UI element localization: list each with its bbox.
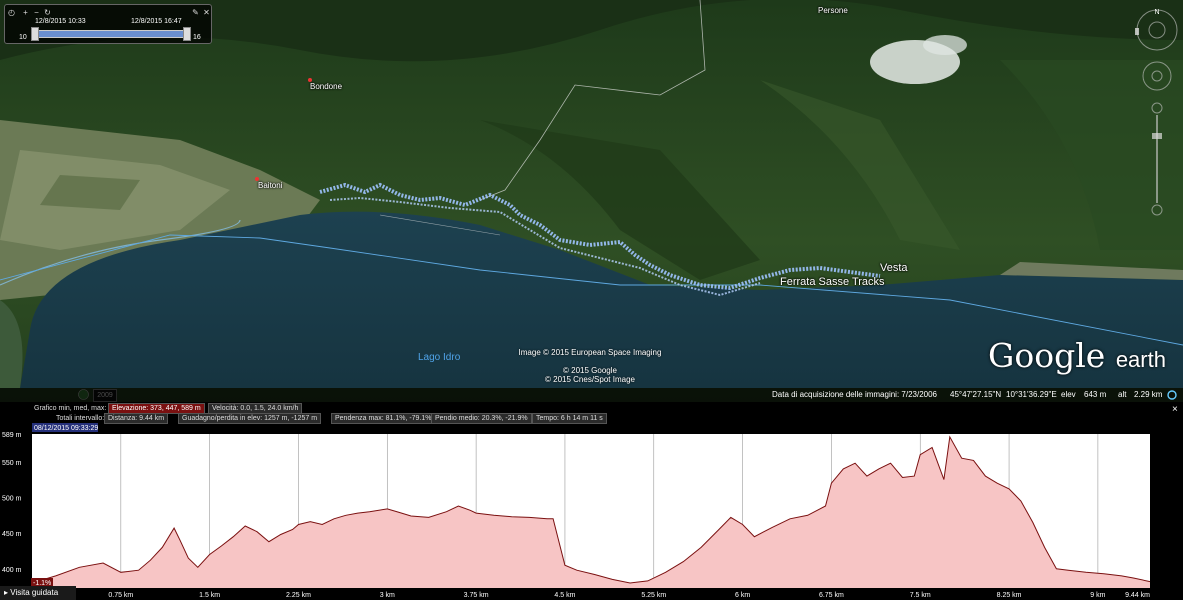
latitude-readout: 45°47'27.15"N: [950, 390, 1002, 399]
zoom-plus-icon: [1151, 102, 1163, 114]
x-tick-label: 5.25 km: [641, 592, 666, 599]
svg-text:N: N: [1154, 9, 1159, 16]
move-joystick-icon: [1142, 61, 1172, 91]
x-tick-label: 3.75 km: [464, 592, 489, 599]
x-tick-label: 0.75 km: [108, 592, 133, 599]
google-credit: © 2015 Google: [563, 366, 617, 375]
time-min-label: 10: [19, 34, 27, 41]
place-label-baitoni: Baitoni: [258, 181, 283, 190]
x-tick-label: 9 km: [1090, 592, 1105, 599]
status-bar: Data di acquisizione delle immagini: 7/2…: [0, 388, 1183, 402]
streaming-status-icon: [1167, 390, 1177, 400]
acquisition-date: Data di acquisizione delle immagini: 7/2…: [772, 390, 937, 399]
time-slider-end-handle[interactable]: [183, 27, 191, 41]
place-label-vesta: Vesta: [880, 262, 908, 274]
time-slider-start-handle[interactable]: [31, 27, 39, 41]
map-view[interactable]: Persone Bondone Baitoni Vesta Ferrata Sa…: [0, 0, 1183, 402]
guided-tour-button[interactable]: ▸ Visita guidata: [0, 586, 76, 600]
zoom-minus-icon: [1151, 204, 1163, 216]
zoom-in-icon[interactable]: +: [21, 8, 30, 17]
time-max-label: 16: [193, 34, 201, 41]
elev-label: elev: [1061, 390, 1076, 399]
x-tick-label: 6 km: [735, 592, 750, 599]
guided-tour-label: Visita guidata: [10, 588, 59, 597]
elevation-profile-panel[interactable]: Grafico min, med, max: Elevazione: 373, …: [0, 402, 1183, 600]
x-tick-label: 1.5 km: [199, 592, 220, 599]
x-tick-label: 3 km: [380, 592, 395, 599]
time-slider-panel[interactable]: ◴ + − ↻ ✎ ✕ 12/8/2015 10:33 12/8/2015 16…: [4, 4, 212, 44]
y-tick-label: 400 m: [2, 567, 22, 574]
settings-wrench-icon[interactable]: ✎: [191, 8, 200, 17]
place-label-bondone: Bondone: [310, 82, 343, 91]
elevation-chart[interactable]: 373 m400 m450 m500 m550 m589 m0.75 km1.5…: [0, 402, 1183, 600]
x-tick-label: 2.25 km: [286, 592, 311, 599]
place-label-persone: Persone: [818, 6, 848, 15]
x-tick-label: 6.75 km: [819, 592, 844, 599]
time-end-label: 12/8/2015 16:47: [131, 18, 182, 25]
altitude-readout: 2.29 km: [1134, 390, 1163, 399]
track-label[interactable]: Ferrata Sasse Tracks: [780, 276, 885, 288]
elevation-readout: 643 m: [1084, 390, 1107, 399]
alt-label: alt: [1118, 390, 1127, 399]
lake-label: Lago Idro: [418, 352, 461, 363]
google-earth-logo: Google earth: [988, 336, 1166, 375]
x-tick-label: 4.5 km: [554, 592, 575, 599]
y-tick-label: 450 m: [2, 531, 22, 538]
zoom-out-icon[interactable]: −: [32, 8, 41, 17]
y-tick-label: 589 m: [2, 432, 22, 439]
cursor-time-label: 08/12/2015 09:33:29: [34, 425, 98, 432]
look-compass-icon: [1136, 9, 1178, 51]
time-slider-track[interactable]: [31, 30, 191, 38]
longitude-readout: 10°31'36.29"E: [1006, 390, 1057, 399]
x-tick-label: 7.5 km: [910, 592, 931, 599]
x-tick-label: 9.44 km: [1125, 592, 1150, 599]
clock-icon[interactable]: ◴: [7, 8, 16, 17]
x-tick-label: 8.25 km: [997, 592, 1022, 599]
navigation-controls[interactable]: N: [1135, 8, 1179, 228]
refresh-icon[interactable]: ↻: [43, 8, 52, 17]
cnes-credit: © 2015 Cnes/Spot Image: [545, 375, 635, 384]
y-tick-label: 500 m: [2, 495, 22, 502]
y-tick-label: 550 m: [2, 460, 22, 467]
close-icon[interactable]: ✕: [202, 8, 211, 17]
time-start-label: 12/8/2015 10:33: [35, 18, 86, 25]
imagery-credit: Image © 2015 European Space Imaging: [518, 348, 662, 357]
